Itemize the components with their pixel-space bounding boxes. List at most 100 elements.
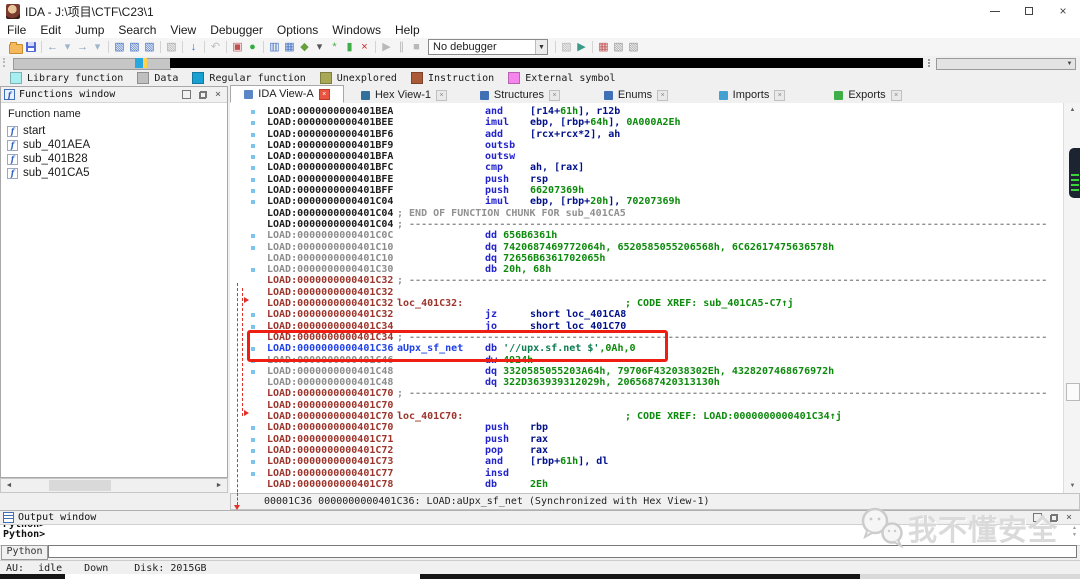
menu-edit[interactable]: Edit xyxy=(33,23,68,37)
graph-icon[interactable]: ▦ xyxy=(282,40,297,55)
listing-line[interactable]: LOAD:0000000000401C10 dq 72656B6361702065… xyxy=(267,253,1063,264)
output-window-titlebar[interactable]: Output window × xyxy=(0,511,1080,524)
debug-stop-icon[interactable]: ■ xyxy=(409,40,424,55)
retype-icon[interactable]: ▧ xyxy=(127,40,142,55)
float-pane-icon[interactable] xyxy=(198,90,207,99)
listing-line[interactable]: LOAD:0000000000401C32; -----------------… xyxy=(267,275,1063,286)
python-input[interactable] xyxy=(48,545,1077,558)
function-item-sub-401b28[interactable]: f sub_401B28 xyxy=(1,152,227,166)
jump-address-icon[interactable]: ↓ xyxy=(186,40,201,55)
menu-help[interactable]: Help xyxy=(388,23,427,37)
menu-options[interactable]: Options xyxy=(270,23,325,37)
cancel-red-icon[interactable]: × xyxy=(357,40,372,55)
debugger-select[interactable]: No debugger ▼ xyxy=(428,39,548,55)
listing-line[interactable]: LOAD:0000000000401C04 imul ebp, [rbp+20h],… xyxy=(251,196,1063,207)
listing-line[interactable]: LOAD:0000000000401BFC cmp ah, [rax] xyxy=(251,162,1063,173)
exit-debugger-icon[interactable]: ▶ xyxy=(574,40,589,55)
chart-icon[interactable]: ▥ xyxy=(267,40,282,55)
listing-line[interactable]: LOAD:0000000000401C71 push rax xyxy=(251,434,1063,445)
run-green-icon[interactable]: ● xyxy=(245,40,260,55)
disassembly-listing[interactable]: LOAD:0000000000401BEA and [r14+61h], r12b L… xyxy=(230,103,1063,493)
listing-line[interactable]: LOAD:0000000000401C04; -----------------… xyxy=(267,219,1063,230)
rename-icon[interactable]: ▧ xyxy=(112,40,127,55)
calc-icon[interactable]: ▮ xyxy=(342,40,357,55)
minimize-button[interactable] xyxy=(978,0,1012,22)
listing-line[interactable]: LOAD:0000000000401C72 pop rax xyxy=(251,445,1063,456)
listing-line[interactable]: LOAD:0000000000401C48 dq 3320585055203A64… xyxy=(251,366,1063,377)
float-pane-icon[interactable] xyxy=(1049,513,1058,522)
window-close-icon[interactable]: ▧ xyxy=(626,40,641,55)
window-list-icon[interactable]: ▧ xyxy=(611,40,626,55)
scroll-right-icon[interactable]: ► xyxy=(212,480,226,491)
tab-imports[interactable]: Imports × xyxy=(696,87,808,103)
tab-enums[interactable]: Enums × xyxy=(580,87,692,103)
listing-line[interactable]: LOAD:0000000000401C04; END OF FUNCTION C… xyxy=(267,208,1063,219)
function-item-sub-401aea[interactable]: f sub_401AEA xyxy=(1,138,227,152)
func-drop-icon[interactable]: ▾ xyxy=(312,40,327,55)
nav-back-icon[interactable]: ← xyxy=(45,40,60,55)
listing-line[interactable]: LOAD:0000000000401BEA and [r14+61h], r12b xyxy=(251,106,1063,117)
snapshot-icon[interactable]: ▣ xyxy=(230,40,245,55)
navband-track[interactable] xyxy=(13,58,171,70)
listing-line[interactable]: LOAD:0000000000401BF9 outsb xyxy=(251,140,1063,151)
listing-line[interactable]: LOAD:0000000000401C70 push rbp xyxy=(251,422,1063,433)
tab-close-icon[interactable]: × xyxy=(549,89,561,101)
functions-window-titlebar[interactable]: f Functions window × xyxy=(1,87,227,103)
undo-icon[interactable]: ↶ xyxy=(208,40,223,55)
set-comment-icon[interactable]: ▧ xyxy=(142,40,157,55)
tab-close-icon[interactable]: × xyxy=(318,88,330,100)
listing-line[interactable]: LOAD:0000000000401C10 dq 7420687469772064… xyxy=(251,242,1063,253)
tab-ida-view-a[interactable]: IDA View-A × xyxy=(230,85,344,103)
listing-line[interactable]: LOAD:0000000000401C30 db 20h, 68h xyxy=(251,264,1063,275)
maximize-pane-icon[interactable] xyxy=(1032,513,1042,522)
console-spinner[interactable]: ▲ ▼ xyxy=(1072,525,1077,538)
tab-close-icon[interactable]: × xyxy=(774,89,786,101)
navigation-band[interactable]: ▼ xyxy=(0,56,1080,70)
listing-line[interactable]: LOAD:0000000000401BEE imul ebp, [rbp+64h],… xyxy=(251,117,1063,128)
create-func-icon[interactable]: ◆ xyxy=(297,40,312,55)
listing-line[interactable]: LOAD:0000000000401C77 insd xyxy=(251,468,1063,479)
menu-jump[interactable]: Jump xyxy=(68,23,111,37)
tab-structures[interactable]: Structures × xyxy=(464,87,576,103)
tab-close-icon[interactable]: × xyxy=(436,89,448,101)
listing-line[interactable]: LOAD:0000000000401C70; -----------------… xyxy=(267,388,1063,399)
save-file-icon[interactable] xyxy=(23,40,38,55)
navband-handle-icon[interactable] xyxy=(3,58,9,67)
menu-view[interactable]: View xyxy=(163,23,203,37)
nav-back-drop-icon[interactable]: ▾ xyxy=(60,40,75,55)
scroll-left-icon[interactable]: ◄ xyxy=(2,480,16,491)
close-pane-icon[interactable]: × xyxy=(215,90,221,100)
listing-line[interactable]: LOAD:0000000000401C32 xyxy=(267,287,1063,298)
listing-line[interactable]: LOAD:0000000000401C32 loc_401C32: ; CODE X… xyxy=(267,298,1063,309)
tab-exports[interactable]: Exports × xyxy=(812,87,924,103)
function-item-sub-401ca5[interactable]: f sub_401CA5 xyxy=(1,166,227,180)
desktop-icon[interactable]: ▦ xyxy=(596,40,611,55)
attach-icon[interactable]: ▧ xyxy=(559,40,574,55)
functions-hscrollbar[interactable]: ◄ ► xyxy=(0,478,228,493)
close-button[interactable]: × xyxy=(1046,0,1080,22)
listing-line[interactable]: LOAD:0000000000401C70 loc_401C70: ; CODE X… xyxy=(267,411,1063,422)
scroll-down-icon[interactable]: ▼ xyxy=(1064,479,1080,493)
listing-line[interactable]: LOAD:0000000000401C32 jz short loc_401CA8 xyxy=(251,309,1063,320)
debug-play-icon[interactable]: ▶ xyxy=(379,40,394,55)
navband-dropdown[interactable]: ▼ xyxy=(936,58,1076,70)
listing-line[interactable]: LOAD:0000000000401BFF push 66207369h xyxy=(251,185,1063,196)
close-pane-icon[interactable]: × xyxy=(1066,513,1072,523)
listing-line[interactable]: LOAD:0000000000401BFE push rsp xyxy=(251,174,1063,185)
listing-line[interactable]: LOAD:0000000000401C73 and [rbp+61h], dl xyxy=(251,456,1063,467)
nav-forward-drop-icon[interactable]: ▾ xyxy=(90,40,105,55)
debug-pause-icon[interactable]: ∥ xyxy=(394,40,409,55)
output-console[interactable]: Python> Python> xyxy=(0,524,1080,546)
listing-line[interactable]: LOAD:0000000000401C78 db 2Eh xyxy=(267,479,1063,490)
listing-line[interactable]: LOAD:0000000000401BF6 add [rcx+rcx*2], ah xyxy=(251,129,1063,140)
function-name-column-header[interactable]: Function name xyxy=(1,103,227,124)
function-item-start[interactable]: f start xyxy=(1,124,227,138)
menu-search[interactable]: Search xyxy=(111,23,163,37)
nav-forward-icon[interactable]: → xyxy=(75,40,90,55)
copy-icon[interactable]: ▧ xyxy=(164,40,179,55)
maximize-pane-icon[interactable] xyxy=(181,90,191,99)
listing-line[interactable]: LOAD:0000000000401C48 dq 322D363939312029… xyxy=(267,377,1063,388)
restore-button[interactable] xyxy=(1012,0,1046,22)
open-file-icon[interactable] xyxy=(8,40,23,55)
vscroll-thumb[interactable] xyxy=(1066,383,1080,401)
